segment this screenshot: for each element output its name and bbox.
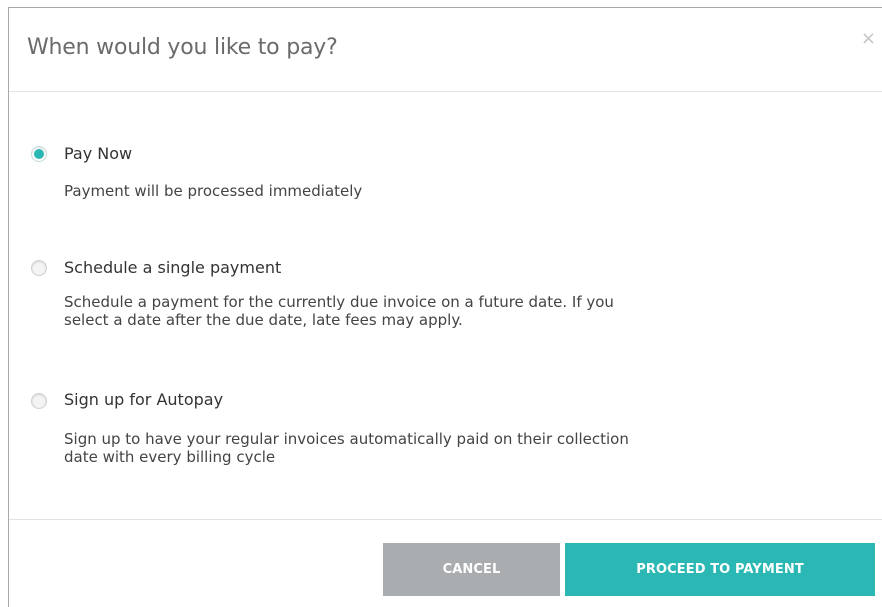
dialog-title: When would you like to pay? xyxy=(27,35,338,60)
schedule-payment-description: Schedule a payment for the currently due… xyxy=(64,293,824,329)
pay-now-description: Payment will be processed immediately xyxy=(64,182,363,200)
close-icon[interactable]: × xyxy=(861,30,876,48)
schedule-payment-radio[interactable] xyxy=(31,260,47,276)
schedule-payment-label[interactable]: Schedule a single payment xyxy=(64,258,281,277)
autopay-description: Sign up to have your regular invoices au… xyxy=(64,430,824,466)
cancel-button[interactable]: CANCEL xyxy=(383,543,560,596)
dialog-header: When would you like to pay? × xyxy=(9,8,882,92)
schedule-payment-description-line-2: select a date after the due date, late f… xyxy=(64,311,463,329)
footer-divider xyxy=(9,519,882,520)
proceed-to-payment-button[interactable]: PROCEED TO PAYMENT xyxy=(565,543,875,596)
schedule-payment-description-line-1: Schedule a payment for the currently due… xyxy=(64,293,614,311)
pay-now-label[interactable]: Pay Now xyxy=(64,144,132,163)
autopay-label[interactable]: Sign up for Autopay xyxy=(64,390,223,409)
autopay-radio[interactable] xyxy=(31,393,47,409)
autopay-description-line-1: Sign up to have your regular invoices au… xyxy=(64,430,629,448)
pay-now-radio[interactable] xyxy=(31,146,47,162)
payment-timing-dialog: When would you like to pay? × Pay Now Pa… xyxy=(8,7,882,607)
autopay-description-line-2: date with every billing cycle xyxy=(64,448,276,466)
